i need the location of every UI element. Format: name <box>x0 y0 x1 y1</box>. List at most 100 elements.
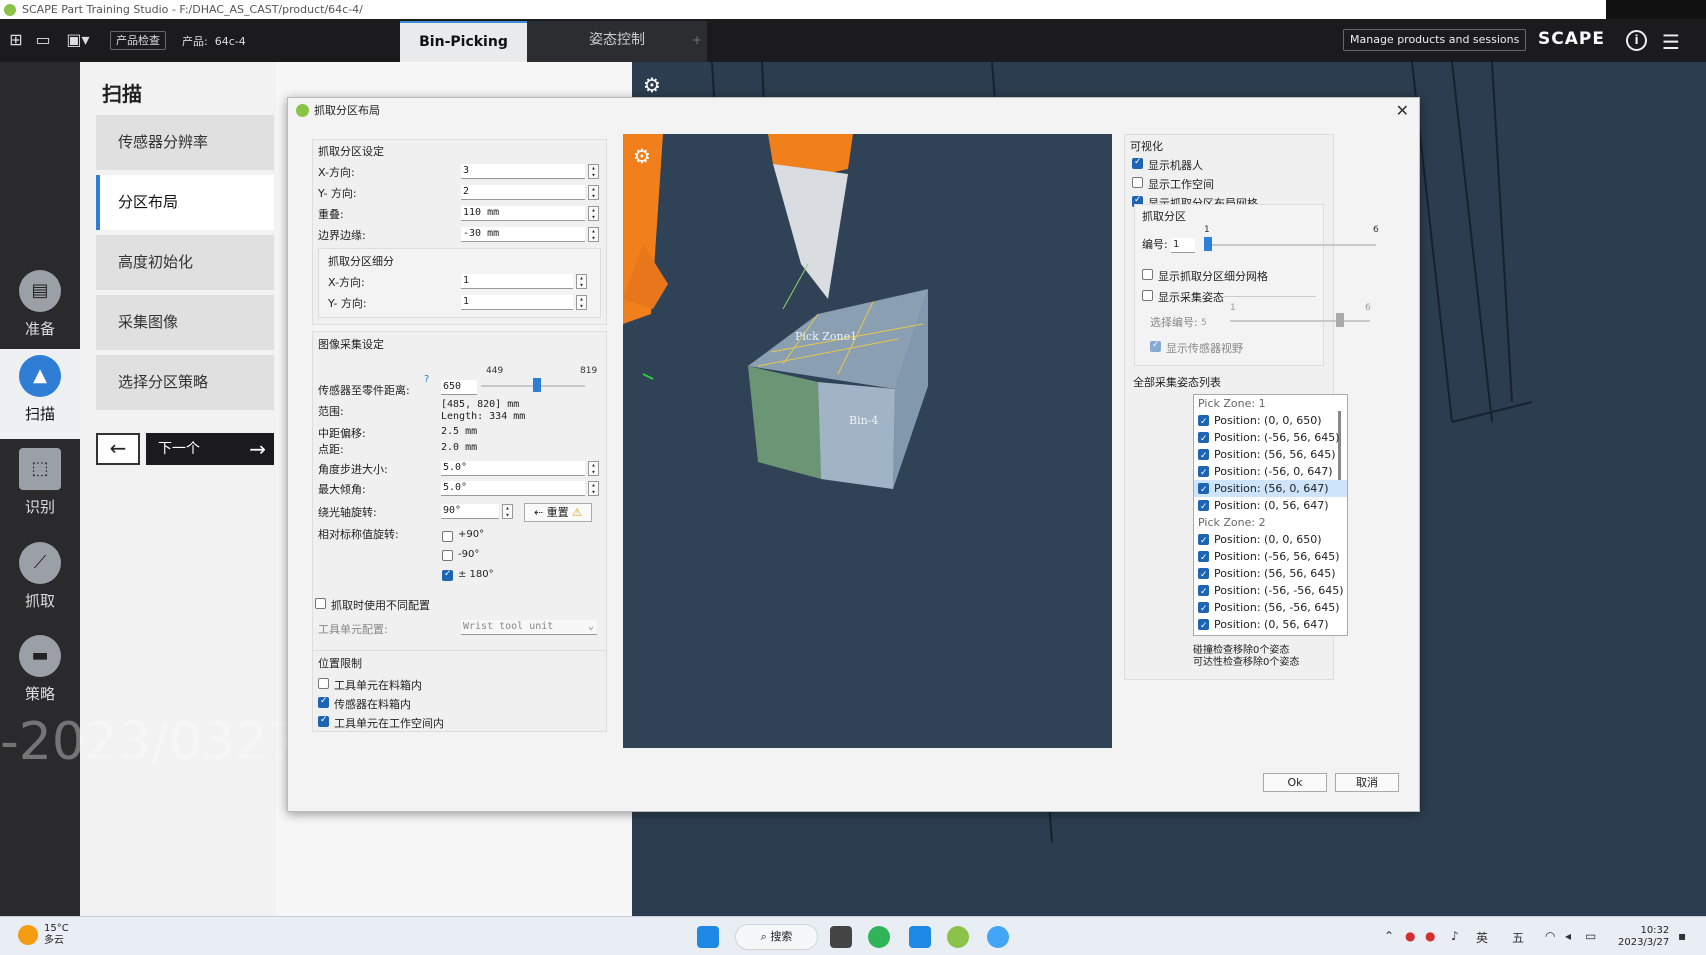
app-icon-blue[interactable] <box>909 926 931 948</box>
spin-arrows-icon[interactable]: ▴ ▾ <box>588 461 599 476</box>
show-workspace-checkbox[interactable] <box>1132 177 1143 188</box>
different-config-checkbox[interactable] <box>315 598 326 609</box>
scape-app-icon[interactable] <box>947 926 969 948</box>
pose-checkbox[interactable] <box>1198 550 1209 567</box>
distance-input[interactable]: 650 <box>441 380 477 395</box>
pose-list-item[interactable]: Position: (0, 0, 650) <box>1194 412 1347 431</box>
info-icon[interactable]: i <box>1626 30 1647 51</box>
volume-icon[interactable]: ◂ <box>1565 929 1571 943</box>
sub-y-spinbox[interactable]: 1 ▴ ▾ <box>461 295 587 310</box>
weather-icon[interactable] <box>18 925 38 945</box>
spin-arrows-icon[interactable]: ▴ ▾ <box>588 164 599 179</box>
task-view-icon[interactable] <box>830 926 852 948</box>
ime-language[interactable]: 英 <box>1476 929 1488 946</box>
wechat-icon[interactable] <box>868 926 890 948</box>
microphone-icon[interactable]: ♪ <box>1451 929 1459 943</box>
pose-list-item[interactable]: Position: (-56, 0, 647) <box>1194 463 1347 482</box>
pose-list-item[interactable]: Position: (56, 0, 647) <box>1194 480 1347 499</box>
tool-in-bin-checkbox[interactable] <box>318 678 329 689</box>
pose-checkbox[interactable] <box>1198 618 1209 635</box>
ok-button[interactable]: Ok <box>1263 773 1327 792</box>
show-robot-checkbox[interactable] <box>1132 157 1143 169</box>
number-slider-handle[interactable] <box>1204 237 1212 251</box>
number-slider-track[interactable] <box>1204 244 1376 246</box>
rail-item-grasp[interactable]: ⟋ 抓取 <box>0 536 80 626</box>
ime-mode[interactable]: 五 <box>1512 929 1524 946</box>
pose-list-item[interactable]: Position: (56, -56, 645) <box>1194 599 1347 618</box>
step-capture-images[interactable]: 采集图像 <box>96 295 274 350</box>
close-icon[interactable]: ✕ <box>1396 101 1409 120</box>
next-button[interactable]: 下一个 → <box>146 433 274 465</box>
spin-arrows-icon[interactable]: ▴ ▾ <box>576 274 587 289</box>
wifi-icon[interactable]: ◠ <box>1545 929 1555 943</box>
pose-list-item[interactable]: Position: (-56, 56, 645) <box>1194 429 1347 448</box>
taskbar-search[interactable]: ⌕ 搜索 <box>735 924 818 950</box>
help-icon[interactable]: ? <box>424 374 429 385</box>
3d-viewport[interactable]: Pick Zone1 Bin-4 ⚙ <box>623 134 1112 748</box>
viewport-settings-icon[interactable]: ⚙ <box>633 144 651 168</box>
y-direction-spinbox[interactable]: 2 ▴ ▾ <box>461 185 599 200</box>
pose-list-item[interactable]: Position: (-56, -56, 645) <box>1194 582 1347 601</box>
step-height-init[interactable]: 高度初始化 <box>96 235 274 290</box>
distance-slider-handle[interactable] <box>532 378 541 392</box>
pose-checkbox[interactable] <box>1198 499 1209 516</box>
tray-app2-icon[interactable]: ● <box>1425 929 1435 943</box>
margin-spinbox[interactable]: -30 mm ▴ ▾ <box>461 227 599 242</box>
number-input[interactable]: 1 <box>1171 238 1195 253</box>
rail-item-scan[interactable]: ▲ 扫描 <box>0 349 80 439</box>
sub-x-spinbox[interactable]: 1 ▴ ▾ <box>461 274 587 289</box>
tab-bin-picking[interactable]: Bin-Picking <box>400 21 527 62</box>
spin-arrows-icon[interactable]: ▴ ▾ <box>588 185 599 200</box>
cancel-button[interactable]: 取消 <box>1335 773 1399 792</box>
step-zone-layout[interactable]: 分区布局 <box>96 175 274 230</box>
step-zone-strategy[interactable]: 选择分区策略 <box>96 355 274 410</box>
spin-arrows-icon[interactable]: ▴ ▾ <box>576 295 587 310</box>
back-button[interactable]: ← <box>96 433 140 465</box>
pose-checkbox[interactable] <box>1198 465 1209 482</box>
axis-rotation-spinbox[interactable]: 90° ▴ ▾ <box>441 504 513 519</box>
rot-plus90-checkbox[interactable] <box>442 531 453 542</box>
spin-arrows-icon[interactable]: ▴ ▾ <box>588 206 599 221</box>
window-controls[interactable] <box>1606 0 1706 19</box>
x-direction-spinbox[interactable]: 3 ▴ ▾ <box>461 164 599 179</box>
add-tab-button[interactable]: + <box>692 33 702 47</box>
pose-list-item[interactable]: Position: (0, 56, 647) <box>1194 616 1347 635</box>
pose-checkbox[interactable] <box>1198 414 1209 431</box>
battery-icon[interactable]: ▭ <box>1585 929 1596 943</box>
new-file-icon[interactable]: ⊞ <box>6 30 26 50</box>
manage-products-button[interactable]: Manage products and sessions <box>1343 29 1527 51</box>
tab-pose-control[interactable]: 姿态控制 <box>527 21 707 62</box>
pose-list-item[interactable]: Position: (56, 56, 645) <box>1194 446 1347 465</box>
spin-arrows-icon[interactable]: ▴ ▾ <box>588 481 599 496</box>
pose-checkbox[interactable] <box>1198 431 1209 448</box>
start-icon[interactable] <box>697 926 719 948</box>
pose-checkbox[interactable] <box>1198 482 1209 499</box>
overlap-spinbox[interactable]: 110 mm ▴ ▾ <box>461 206 599 221</box>
show-subgrid-checkbox[interactable] <box>1142 269 1153 280</box>
show-pose-checkbox[interactable] <box>1142 290 1153 301</box>
pose-checkbox[interactable] <box>1198 533 1209 550</box>
open-folder-icon[interactable]: ▭ <box>33 30 53 50</box>
notification-icon[interactable]: ▪ <box>1678 929 1686 943</box>
rail-item-prepare[interactable]: ▤ 准备 <box>0 264 80 354</box>
angle-step-spinbox[interactable]: 5.0° ▴ ▾ <box>441 461 599 476</box>
pose-list-item[interactable]: Position: (56, 56, 645) <box>1194 565 1347 584</box>
rail-item-strategy[interactable]: ▬ 策略 <box>0 629 80 719</box>
scene-settings-icon[interactable]: ⚙ <box>643 73 661 97</box>
pose-list-item[interactable]: Position: (0, 56, 647) <box>1194 497 1347 516</box>
hamburger-menu-icon[interactable]: ☰ <box>1662 30 1680 54</box>
tool-config-dropdown[interactable]: Wrist tool unit ⌄ <box>461 620 597 635</box>
pose-checkbox[interactable] <box>1198 601 1209 618</box>
show-fov-checkbox[interactable] <box>1150 340 1161 352</box>
clock[interactable]: 10:32 2023/3/27 <box>1618 925 1669 949</box>
pose-checkbox[interactable] <box>1198 567 1209 584</box>
browser-icon[interactable] <box>987 926 1009 948</box>
rot-180-checkbox[interactable] <box>442 569 453 581</box>
pose-list-item[interactable]: Position: (-56, 0, 647) <box>1194 633 1347 635</box>
tray-app-icon[interactable]: ● <box>1405 929 1415 943</box>
select-slider-track[interactable] <box>1230 320 1370 322</box>
pose-list-item[interactable]: Position: (0, 0, 650) <box>1194 531 1347 550</box>
sensor-in-bin-checkbox[interactable] <box>318 696 329 708</box>
pose-list-item[interactable]: Position: (-56, 56, 645) <box>1194 548 1347 567</box>
reset-button[interactable]: ⇠ 重置 ⚠ <box>524 503 592 522</box>
